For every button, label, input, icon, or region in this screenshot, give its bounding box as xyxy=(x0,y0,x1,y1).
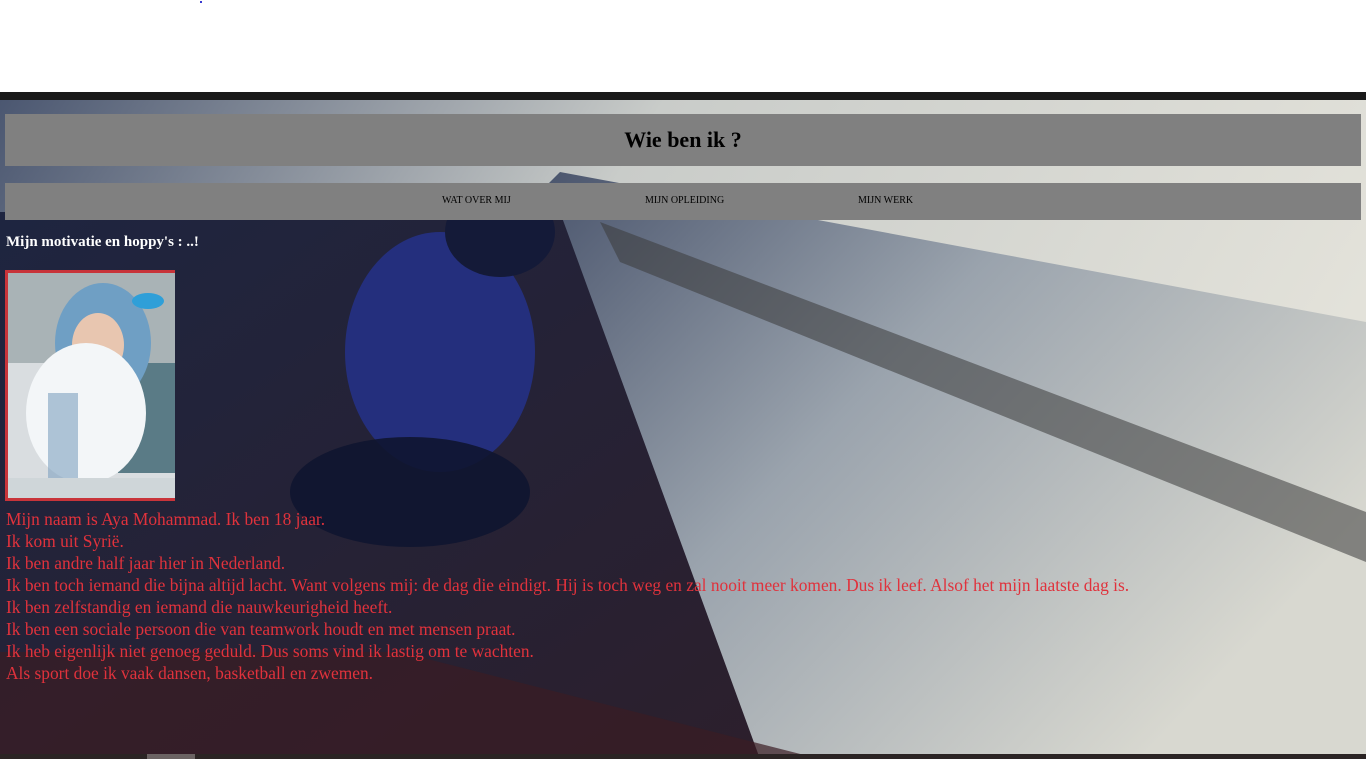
about-line: Mijn naam is Aya Mohammad. Ik ben 18 jaa… xyxy=(6,509,326,529)
about-line: Ik ben zelfstandig en iemand die nauwkeu… xyxy=(6,597,393,617)
about-line: Ik ben andre half jaar hier in Nederland… xyxy=(6,553,286,573)
about-line: Ik heb eigenlijk niet genoeg geduld. Dus… xyxy=(6,641,534,661)
about-text: Mijn naam is Aya Mohammad. Ik ben 18 jaa… xyxy=(6,508,1129,684)
nav-link-wat-over-mij[interactable]: WAT OVER MIJ xyxy=(442,195,511,206)
stray-pixel xyxy=(200,1,202,3)
nav-link-mijn-opleiding[interactable]: MIJN OPLEIDING xyxy=(645,195,724,206)
profile-photo xyxy=(5,270,175,501)
horizontal-scrollbar[interactable] xyxy=(0,754,1366,759)
navigation-bar: WAT OVER MIJ MIJN OPLEIDING MIJN WERK xyxy=(5,183,1361,220)
section-heading: Mijn motivatie en hoppy's : ..! xyxy=(6,234,199,250)
about-line: Ik ben een sociale persoon die van teamw… xyxy=(6,619,516,639)
scrollbar-thumb[interactable] xyxy=(147,754,195,759)
about-line: Ik ben toch iemand die bijna altijd lach… xyxy=(6,575,1130,595)
page-title: Wie ben ik ? xyxy=(624,127,742,152)
about-line: Als sport doe ik vaak dansen, basketball… xyxy=(6,663,374,683)
top-blank-area xyxy=(0,0,1366,92)
about-line: Ik kom uit Syrië. xyxy=(6,531,124,551)
page-header: Wie ben ik ? xyxy=(5,114,1361,166)
nav-link-mijn-werk[interactable]: MIJN WERK xyxy=(858,195,913,206)
profile-portrait-image xyxy=(8,273,175,498)
